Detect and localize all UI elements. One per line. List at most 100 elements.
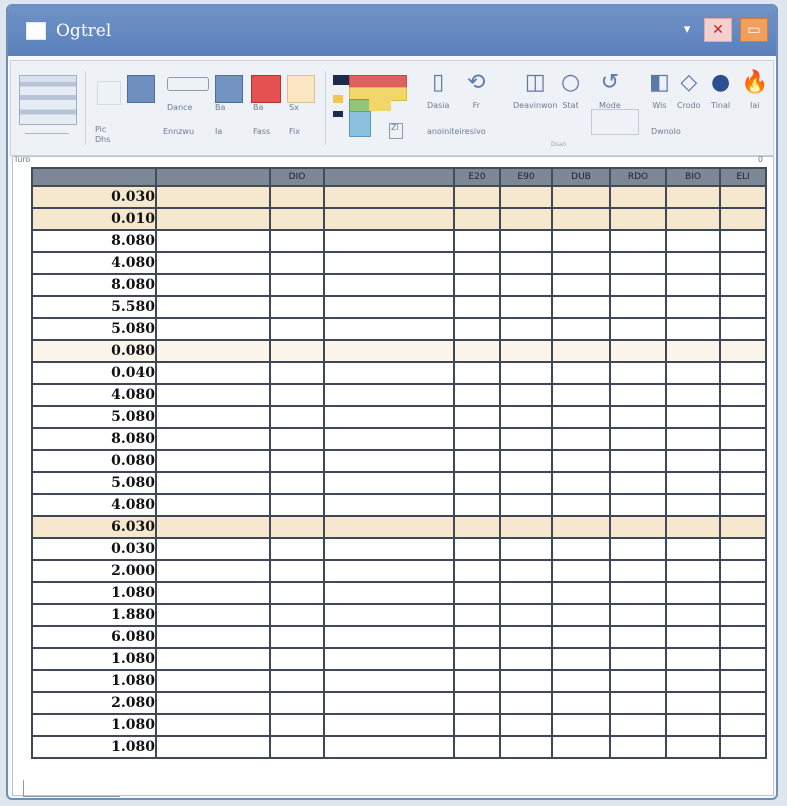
column-header[interactable]: ELI (719, 167, 767, 187)
empty-cell[interactable] (453, 361, 501, 385)
empty-cell[interactable] (499, 339, 553, 363)
empty-cell[interactable] (665, 361, 721, 385)
empty-cell[interactable] (323, 383, 455, 407)
empty-cell[interactable] (499, 493, 553, 517)
empty-cell[interactable] (499, 471, 553, 495)
empty-cell[interactable] (453, 691, 501, 715)
empty-cell[interactable] (551, 625, 611, 649)
empty-cell[interactable] (453, 581, 501, 605)
empty-cell[interactable] (323, 427, 455, 451)
value-cell[interactable]: 0.080 (31, 449, 157, 473)
value-cell[interactable]: 8.080 (31, 229, 157, 253)
empty-cell[interactable] (323, 493, 455, 517)
empty-cell[interactable] (499, 691, 553, 715)
empty-cell[interactable] (609, 383, 667, 407)
empty-cell[interactable] (551, 405, 611, 429)
empty-cell[interactable] (453, 449, 501, 473)
empty-cell[interactable] (155, 537, 271, 561)
value-cell[interactable]: 2.080 (31, 691, 157, 715)
value-cell[interactable]: 1.080 (31, 581, 157, 605)
empty-cell[interactable] (551, 471, 611, 495)
empty-cell[interactable] (665, 317, 721, 341)
empty-cell[interactable] (323, 713, 455, 737)
empty-cell[interactable] (609, 537, 667, 561)
empty-cell[interactable] (155, 713, 271, 737)
empty-cell[interactable] (499, 735, 553, 759)
empty-cell[interactable] (551, 383, 611, 407)
empty-cell[interactable] (453, 427, 501, 451)
empty-cell[interactable] (719, 207, 767, 231)
empty-cell[interactable] (453, 515, 501, 539)
empty-cell[interactable] (269, 295, 325, 319)
empty-cell[interactable] (269, 669, 325, 693)
empty-cell[interactable] (609, 361, 667, 385)
empty-cell[interactable] (609, 449, 667, 473)
empty-cell[interactable] (719, 471, 767, 495)
empty-cell[interactable] (499, 449, 553, 473)
empty-cell[interactable] (155, 273, 271, 297)
empty-cell[interactable] (323, 273, 455, 297)
empty-cell[interactable] (609, 339, 667, 363)
style-slot[interactable] (97, 81, 121, 105)
empty-cell[interactable] (155, 317, 271, 341)
minimize-button[interactable]: ▾ (678, 18, 696, 40)
empty-cell[interactable] (453, 713, 501, 737)
layout-thumbnail[interactable] (19, 75, 77, 125)
data-grid[interactable]: DIO E20 E90 DUB RDO BIO ELI 0.030 0.010 8.… (31, 167, 767, 759)
table-style-dark[interactable] (333, 75, 349, 85)
empty-cell[interactable] (609, 405, 667, 429)
empty-cell[interactable] (551, 493, 611, 517)
empty-cell[interactable] (155, 185, 271, 209)
empty-cell[interactable] (323, 691, 455, 715)
empty-cell[interactable] (719, 515, 767, 539)
empty-cell[interactable] (609, 251, 667, 275)
empty-cell[interactable] (323, 207, 455, 231)
empty-cell[interactable] (551, 735, 611, 759)
empty-cell[interactable] (269, 207, 325, 231)
value-cell[interactable]: 0.040 (31, 361, 157, 385)
empty-cell[interactable] (609, 625, 667, 649)
column-header[interactable]: E20 (453, 167, 501, 187)
empty-cell[interactable] (609, 471, 667, 495)
empty-cell[interactable] (551, 559, 611, 583)
empty-cell[interactable] (551, 427, 611, 451)
empty-cell[interactable] (155, 361, 271, 385)
table-style-blue[interactable] (349, 111, 371, 137)
empty-cell[interactable] (665, 273, 721, 297)
empty-cell[interactable] (609, 669, 667, 693)
empty-cell[interactable] (453, 735, 501, 759)
empty-cell[interactable] (719, 537, 767, 561)
empty-cell[interactable] (323, 735, 455, 759)
empty-cell[interactable] (609, 559, 667, 583)
empty-cell[interactable] (453, 625, 501, 649)
empty-cell[interactable] (719, 185, 767, 209)
empty-cell[interactable] (269, 713, 325, 737)
empty-cell[interactable] (323, 625, 455, 649)
empty-cell[interactable] (269, 185, 325, 209)
empty-cell[interactable] (609, 185, 667, 209)
value-cell[interactable]: 4.080 (31, 383, 157, 407)
column-header[interactable]: BIO (665, 167, 721, 187)
empty-cell[interactable] (609, 229, 667, 253)
empty-cell[interactable] (499, 405, 553, 429)
empty-cell[interactable] (453, 229, 501, 253)
empty-cell[interactable] (269, 339, 325, 363)
empty-cell[interactable] (453, 185, 501, 209)
empty-cell[interactable] (155, 581, 271, 605)
empty-cell[interactable] (609, 273, 667, 297)
empty-cell[interactable] (155, 625, 271, 649)
empty-cell[interactable] (155, 207, 271, 231)
column-header[interactable]: RDO (609, 167, 667, 187)
value-cell[interactable]: 1.080 (31, 647, 157, 671)
empty-cell[interactable] (323, 361, 455, 385)
empty-cell[interactable] (551, 449, 611, 473)
empty-cell[interactable] (323, 295, 455, 319)
dasia-button[interactable]: ▯ Dasia (427, 71, 449, 111)
spreadsheet-area[interactable]: luro 0 DIO E20 E90 DUB RDO BIO ELI 0.030… (12, 155, 774, 797)
empty-cell[interactable] (499, 361, 553, 385)
deavinwon-button[interactable]: ◫ Deavinwon (513, 71, 558, 111)
empty-cell[interactable] (499, 603, 553, 627)
empty-cell[interactable] (719, 625, 767, 649)
empty-cell[interactable] (551, 207, 611, 231)
value-cell[interactable]: 0.030 (31, 185, 157, 209)
